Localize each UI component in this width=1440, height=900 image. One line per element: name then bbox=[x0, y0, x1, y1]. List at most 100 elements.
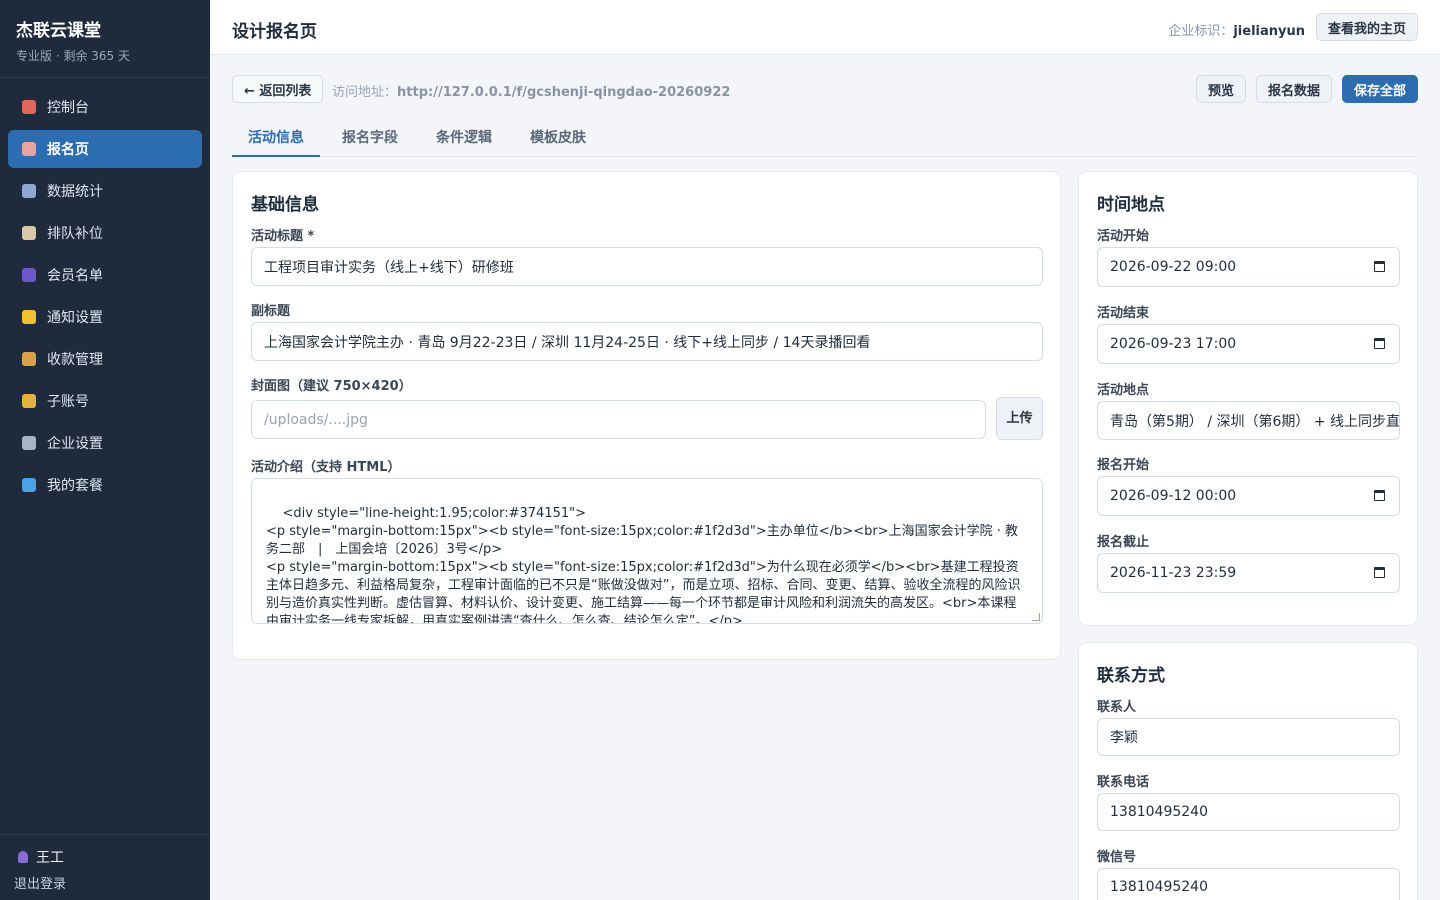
sidebar-item-3[interactable]: 排队补位 bbox=[8, 214, 202, 252]
plan-info: 专业版 · 剩余 365 天 bbox=[16, 49, 130, 63]
line-chart-icon bbox=[22, 184, 36, 198]
intro-html-textarea[interactable]: <div style="line-height:1.95;color:#3741… bbox=[251, 478, 1043, 624]
sidebar-item-7[interactable]: 子账号 bbox=[8, 382, 202, 420]
basic-info-title: 基础信息 bbox=[251, 195, 319, 215]
basic-info-card: 基础信息 活动标题 * 工程项目审计实务（线上+线下）研修班 副标题 上海国家会… bbox=[232, 171, 1061, 660]
end-time-label: 活动结束 bbox=[1097, 306, 1150, 321]
view-homepage-button[interactable]: 查看我的主页 bbox=[1315, 13, 1418, 41]
tab-bar: 活动信息 报名字段 条件逻辑 模板皮肤 bbox=[232, 117, 1418, 157]
intro-label: 活动介绍（支持 HTML） bbox=[251, 460, 401, 475]
sidebar-item-0[interactable]: 控制台 bbox=[8, 88, 202, 126]
people-icon bbox=[22, 268, 36, 282]
calendar-icon[interactable] bbox=[1374, 338, 1385, 349]
registration-start-input[interactable]: 2026-09-12 00:00 bbox=[1097, 476, 1400, 516]
activity-title-label: 活动标题 * bbox=[251, 229, 315, 244]
cover-image-label: 封面图（建议 750×420） bbox=[251, 379, 412, 394]
gear-icon bbox=[22, 436, 36, 450]
cover-image-input[interactable]: /uploads/....jpg bbox=[251, 400, 986, 439]
sidebar-item-2[interactable]: 数据统计 bbox=[8, 172, 202, 210]
brand-name: 杰联云课堂 bbox=[16, 21, 101, 41]
money-bag-icon bbox=[22, 352, 36, 366]
bar-chart-icon bbox=[22, 100, 36, 114]
contact-phone-label: 联系电话 bbox=[1097, 775, 1150, 790]
user-icon bbox=[18, 851, 28, 863]
sidebar-item-4[interactable]: 会员名单 bbox=[8, 256, 202, 294]
wechat-input[interactable]: 13810495240 bbox=[1097, 868, 1400, 900]
resize-handle-icon[interactable] bbox=[1032, 613, 1040, 621]
tenant-label: 企业标识： bbox=[1168, 24, 1234, 39]
contact-card: 联系方式 联系人 李颖 联系电话 13810495240 微信号 1381049… bbox=[1078, 642, 1418, 900]
page-title: 设计报名页 bbox=[232, 22, 317, 42]
sidebar-item-6[interactable]: 收款管理 bbox=[8, 340, 202, 378]
sidebar-item-label: 我的套餐 bbox=[47, 478, 103, 494]
tab-activity-info[interactable]: 活动信息 bbox=[232, 117, 320, 157]
sidebar: 杰联云课堂 专业版 · 剩余 365 天 控制台报名页数据统计排队补位会员名单通… bbox=[0, 0, 210, 900]
subtitle-label: 副标题 bbox=[251, 304, 291, 319]
registration-data-button[interactable]: 报名数据 bbox=[1255, 75, 1332, 103]
current-user: 王工 bbox=[14, 847, 196, 867]
diamond-icon bbox=[22, 478, 36, 492]
sidebar-item-label: 通知设置 bbox=[47, 310, 103, 326]
toolbar-actions: 预览 报名数据 保存全部 bbox=[1195, 75, 1418, 103]
registration-deadline-input[interactable]: 2026-11-23 23:59 bbox=[1097, 553, 1400, 593]
access-address: 访问地址：http://127.0.0.1/f/gcshenji-qingdao… bbox=[332, 81, 730, 100]
location-label: 活动地点 bbox=[1097, 383, 1150, 398]
sidebar-item-label: 企业设置 bbox=[47, 436, 103, 452]
sidebar-item-label: 收款管理 bbox=[47, 352, 103, 368]
sidebar-item-8[interactable]: 企业设置 bbox=[8, 424, 202, 462]
sidebar-item-label: 排队补位 bbox=[47, 226, 103, 242]
start-time-value: 2026-09-22 09:00 bbox=[1110, 259, 1237, 275]
key-icon bbox=[22, 394, 36, 408]
registration-deadline-value: 2026-11-23 23:59 bbox=[1110, 565, 1237, 581]
activity-title-input[interactable]: 工程项目审计实务（线上+线下）研修班 bbox=[251, 247, 1043, 286]
end-time-value: 2026-09-23 17:00 bbox=[1110, 336, 1237, 352]
calendar-icon[interactable] bbox=[1374, 261, 1385, 272]
tab-conditional-logic[interactable]: 条件逻辑 bbox=[420, 117, 508, 156]
document-icon bbox=[22, 142, 36, 156]
registration-start-label: 报名开始 bbox=[1097, 458, 1150, 473]
tab-template-skin[interactable]: 模板皮肤 bbox=[514, 117, 602, 156]
registration-start-value: 2026-09-12 00:00 bbox=[1110, 488, 1237, 504]
top-header: 设计报名页 企业标识：jielianyun 查看我的主页 bbox=[210, 0, 1440, 55]
time-location-card: 时间地点 活动开始 2026-09-22 09:00 活动结束 2026-09-… bbox=[1078, 171, 1418, 626]
bell-icon bbox=[22, 310, 36, 324]
tenant-info: 企业标识：jielianyun bbox=[1168, 20, 1305, 39]
preview-button[interactable]: 预览 bbox=[1195, 75, 1246, 103]
sidebar-item-label: 会员名单 bbox=[47, 268, 103, 284]
contact-title: 联系方式 bbox=[1097, 666, 1165, 686]
registration-deadline-label: 报名截止 bbox=[1097, 535, 1150, 550]
upload-button[interactable]: 上传 bbox=[996, 397, 1043, 440]
back-to-list-button[interactable]: ← 返回列表 bbox=[232, 75, 324, 103]
wechat-label: 微信号 bbox=[1097, 850, 1137, 865]
access-url[interactable]: http://127.0.0.1/f/gcshenji-qingdao-2026… bbox=[397, 85, 730, 100]
end-time-input[interactable]: 2026-09-23 17:00 bbox=[1097, 324, 1400, 364]
sidebar-item-5[interactable]: 通知设置 bbox=[8, 298, 202, 336]
contact-person-label: 联系人 bbox=[1097, 700, 1137, 715]
start-time-input[interactable]: 2026-09-22 09:00 bbox=[1097, 247, 1400, 287]
sidebar-item-label: 报名页 bbox=[47, 142, 89, 158]
sidebar-footer: 王工 退出登录 bbox=[0, 834, 210, 900]
sidebar-item-label: 数据统计 bbox=[47, 184, 103, 200]
sidebar-item-1[interactable]: 报名页 bbox=[8, 130, 202, 168]
sidebar-item-label: 子账号 bbox=[47, 394, 89, 410]
brand: 杰联云课堂 专业版 · 剩余 365 天 bbox=[0, 0, 210, 78]
sidebar-nav: 控制台报名页数据统计排队补位会员名单通知设置收款管理子账号企业设置我的套餐 bbox=[0, 78, 210, 504]
sidebar-item-label: 控制台 bbox=[47, 100, 89, 116]
location-input[interactable]: 青岛（第5期） / 深圳（第6期） + 线上同步直播 bbox=[1097, 401, 1400, 440]
calendar-icon[interactable] bbox=[1374, 490, 1385, 501]
subtitle-input[interactable]: 上海国家会计学院主办 · 青岛 9月22-23日 / 深圳 11月24-25日 … bbox=[251, 322, 1043, 361]
toolbar: ← 返回列表 访问地址：http://127.0.0.1/f/gcshenji-… bbox=[232, 75, 1418, 103]
save-all-button[interactable]: 保存全部 bbox=[1341, 75, 1418, 103]
access-label: 访问地址： bbox=[332, 85, 398, 100]
intro-html-content: <div style="line-height:1.95;color:#3741… bbox=[266, 506, 1021, 624]
tab-registration-fields[interactable]: 报名字段 bbox=[326, 117, 414, 156]
start-time-label: 活动开始 bbox=[1097, 229, 1150, 244]
contact-phone-input[interactable]: 13810495240 bbox=[1097, 793, 1400, 831]
hourglass-icon bbox=[22, 226, 36, 240]
logout-link[interactable]: 退出登录 bbox=[14, 873, 196, 892]
tenant-id: jielianyun bbox=[1233, 24, 1305, 39]
sidebar-item-9[interactable]: 我的套餐 bbox=[8, 466, 202, 504]
user-name: 王工 bbox=[36, 850, 64, 866]
contact-person-input[interactable]: 李颖 bbox=[1097, 718, 1400, 756]
calendar-icon[interactable] bbox=[1374, 567, 1385, 578]
